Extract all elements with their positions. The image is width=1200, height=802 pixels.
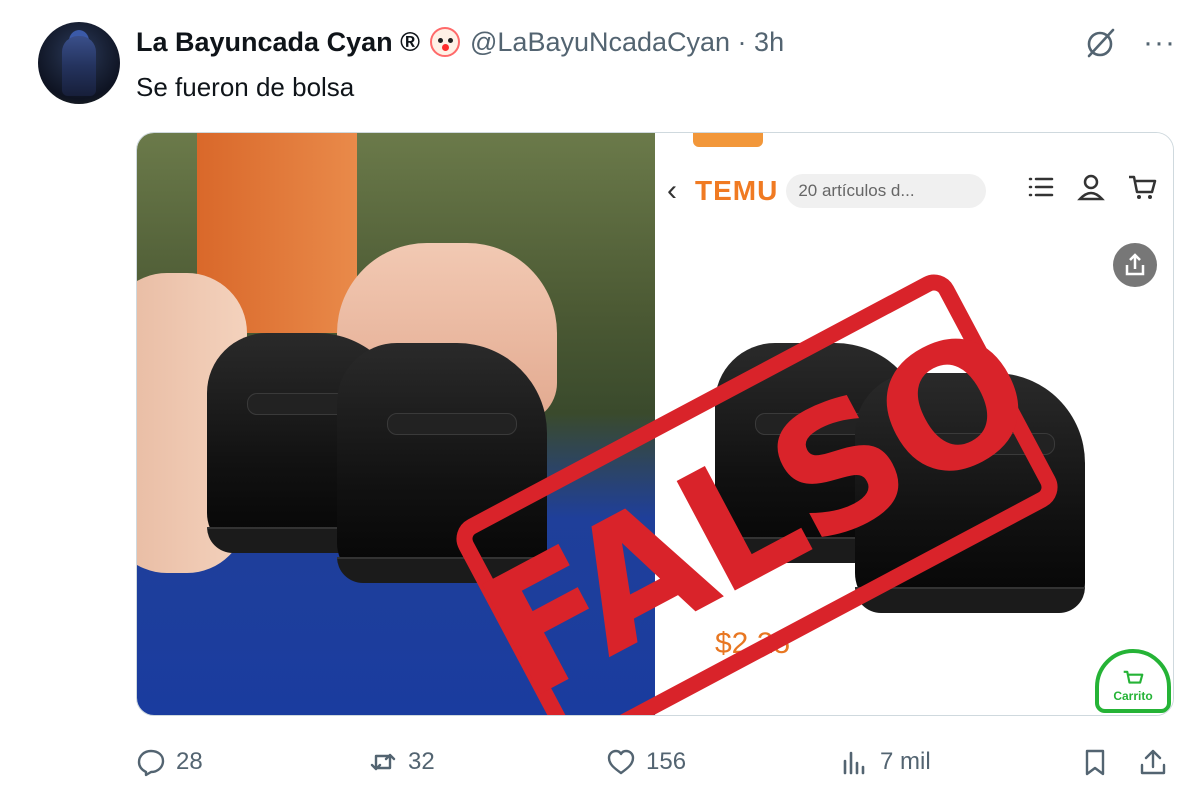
handle-and-time[interactable]: @LaBayuNcadaCyan · 3h [470, 27, 784, 58]
reply-count: 28 [176, 748, 203, 775]
tweet-top-actions: ··· [1083, 26, 1176, 60]
like-button[interactable]: 156 [606, 740, 686, 784]
cart-icon [1129, 175, 1157, 199]
tweet: La Bayuncada Cyan ® @LaBayuNcadaCyan · 3… [0, 0, 1200, 802]
cart-badge: Carrito [1095, 649, 1171, 713]
views-button[interactable]: 7 mil [840, 740, 931, 784]
tweet-header: La Bayuncada Cyan ® @LaBayuNcadaCyan · 3… [136, 26, 784, 58]
reply-icon [137, 749, 165, 777]
display-name[interactable]: La Bayuncada Cyan ® [136, 27, 420, 58]
avatar[interactable] [38, 22, 120, 104]
share-icon [1113, 243, 1157, 287]
share-icon [1140, 749, 1166, 775]
share-button[interactable] [1138, 740, 1168, 784]
tweet-text: Se fueron de bolsa [136, 72, 355, 102]
repost-count: 32 [408, 748, 435, 775]
user-icon [1077, 174, 1105, 201]
temu-logo: TEMU [695, 175, 779, 206]
views-count: 7 mil [880, 748, 931, 775]
grok-icon[interactable] [1083, 26, 1117, 60]
like-count: 156 [646, 748, 687, 775]
temu-search: 20 artículos d... [786, 174, 987, 208]
tweet-actions: 28 32 156 7 mil [136, 740, 1176, 784]
bookmark-button[interactable] [1080, 740, 1110, 784]
reply-button[interactable]: 28 [136, 740, 203, 784]
cart-label: Carrito [1113, 689, 1153, 703]
heart-icon [607, 749, 635, 775]
repost-button[interactable]: 32 [368, 740, 435, 784]
tweet-media[interactable]: ‹ TEMU 20 artículos d... $2.25 Carrito F… [136, 132, 1174, 716]
temu-app-bar: ‹ TEMU 20 artículos d... [655, 163, 1173, 219]
cart-icon [1123, 670, 1144, 684]
bookmark-icon [1085, 749, 1105, 776]
clown-emoji-icon [430, 27, 460, 57]
more-icon[interactable]: ··· [1143, 28, 1176, 58]
views-icon [843, 751, 865, 775]
repost-icon [370, 753, 396, 771]
menu-icon [1028, 177, 1054, 197]
back-icon: ‹ [667, 174, 677, 207]
